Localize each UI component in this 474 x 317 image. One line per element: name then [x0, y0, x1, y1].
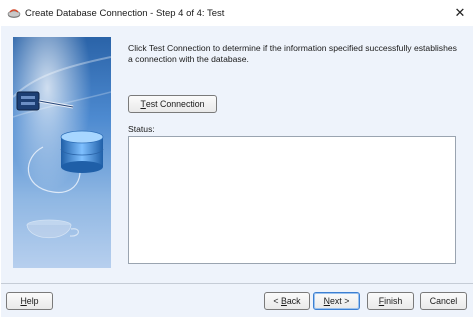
back-label: ack — [286, 296, 301, 306]
database-wizard-icon — [7, 9, 21, 18]
database-connection-illustration — [13, 37, 111, 268]
help-label: elp — [26, 296, 39, 306]
test-connection-button[interactable]: Test Connection — [128, 95, 217, 113]
close-icon[interactable]: ✕ — [452, 5, 468, 21]
status-textarea[interactable] — [128, 136, 456, 264]
back-prefix: < — [273, 296, 281, 306]
help-button[interactable]: Help — [6, 292, 53, 310]
title-bar: Create Database Connection - Step 4 of 4… — [0, 0, 474, 26]
next-label: ext > — [330, 296, 350, 306]
cancel-button[interactable]: Cancel — [420, 292, 467, 310]
side-illustration-art — [13, 37, 111, 268]
back-button[interactable]: < Back — [264, 292, 310, 310]
window-title: Create Database Connection - Step 4 of 4… — [25, 8, 225, 19]
finish-button[interactable]: Finish — [367, 292, 414, 310]
next-button[interactable]: Next > — [313, 292, 360, 310]
status-label: Status: — [128, 124, 155, 134]
finish-label: inish — [384, 296, 403, 306]
test-button-label: est Connection — [145, 99, 205, 109]
instruction-text: Click Test Connection to determine if th… — [128, 43, 457, 64]
footer-separator — [1, 283, 473, 284]
